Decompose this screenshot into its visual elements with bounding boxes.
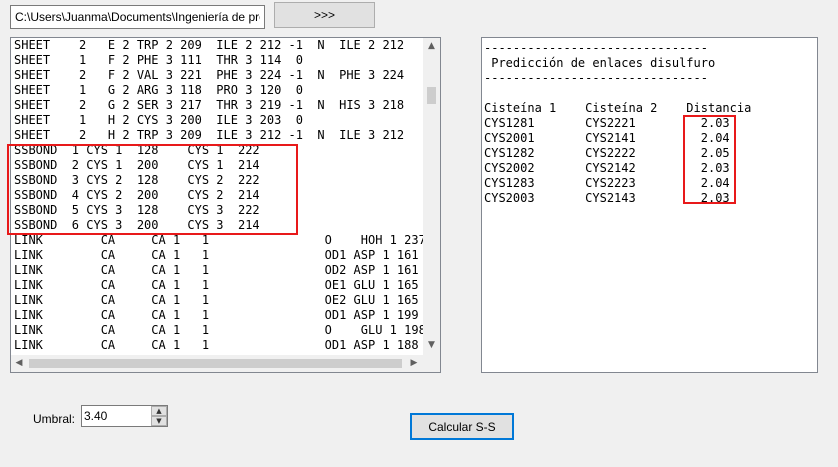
pdb-line: LINK CA CA 1 1 O GLU 1 198	[14, 323, 423, 337]
pdb-line: LINK CA CA 1 1 OD1 ASP 1 188	[14, 338, 419, 352]
pdb-line: LINK CA CA 1 1 O HOH 1 237	[14, 233, 423, 247]
pdb-line: SHEET 2 H 2 TRP 3 209 ILE 3 212 -1 N ILE…	[14, 128, 423, 142]
pdb-line: LINK CA CA 1 1 OE1 GLU 1 165	[14, 278, 419, 292]
vertical-scroll-thumb[interactable]	[427, 87, 436, 104]
spin-down-icon[interactable]: ▼	[151, 416, 167, 426]
pdb-line: LINK CA CA 1 1 OD1 ASP 1 199	[14, 308, 419, 322]
scroll-right-icon[interactable]: ▶	[409, 358, 419, 368]
pdb-line: LINK CA CA 1 1 OE2 GLU 1 165	[14, 293, 419, 307]
pdb-line: SHEET 2 F 2 VAL 3 221 PHE 3 224 -1 N PHE…	[14, 68, 423, 82]
result-line: -------------------------------	[484, 41, 708, 55]
pdb-line: SHEET 1 F 2 PHE 3 111 THR 3 114 0	[14, 53, 303, 67]
file-path-input[interactable]	[10, 5, 265, 29]
scrollbar-corner	[423, 355, 440, 372]
scroll-up-icon[interactable]: ▲	[423, 41, 440, 51]
result-title: Predicción de enlaces disulfuro	[484, 56, 716, 70]
pdb-line: LINK CA CA 1 1 OD1 ASP 1 161	[14, 248, 419, 262]
pdb-line: SHEET 1 H 2 CYS 3 200 ILE 3 203 0	[14, 113, 303, 127]
horizontal-scroll-thumb[interactable]	[29, 359, 402, 368]
vertical-scrollbar[interactable]: ▲ ▼	[423, 38, 440, 355]
distance-highlight-box	[683, 115, 736, 204]
scroll-down-icon[interactable]: ▼	[423, 340, 440, 350]
scroll-left-icon[interactable]: ◀	[14, 358, 24, 368]
pdb-line: SHEET 1 G 2 ARG 3 118 PRO 3 120 0	[14, 83, 303, 97]
calculate-ss-button[interactable]: Calcular S-S	[410, 413, 514, 440]
load-file-button[interactable]: >>>	[274, 2, 375, 28]
result-header: Cisteína 1 Cisteína 2 Distancia	[484, 101, 752, 115]
pdb-line: SHEET 2 E 2 TRP 2 209 ILE 2 212 -1 N ILE…	[14, 38, 423, 52]
pdb-line: LINK CA CA 1 1 OD2 ASP 1 161	[14, 263, 419, 277]
ssbond-highlight-box	[7, 144, 298, 235]
result-text-area[interactable]: ------------------------------- Predicci…	[481, 37, 818, 373]
pdb-line: SHEET 2 G 2 SER 3 217 THR 3 219 -1 N HIS…	[14, 98, 423, 112]
result-line: -------------------------------	[484, 71, 708, 85]
umbral-input[interactable]	[84, 407, 148, 425]
horizontal-scrollbar[interactable]: ◀ ▶	[11, 355, 423, 372]
umbral-label: Umbral:	[33, 412, 76, 426]
spin-up-icon[interactable]: ▲	[151, 406, 167, 416]
umbral-stepper[interactable]: ▲ ▼	[81, 405, 168, 427]
